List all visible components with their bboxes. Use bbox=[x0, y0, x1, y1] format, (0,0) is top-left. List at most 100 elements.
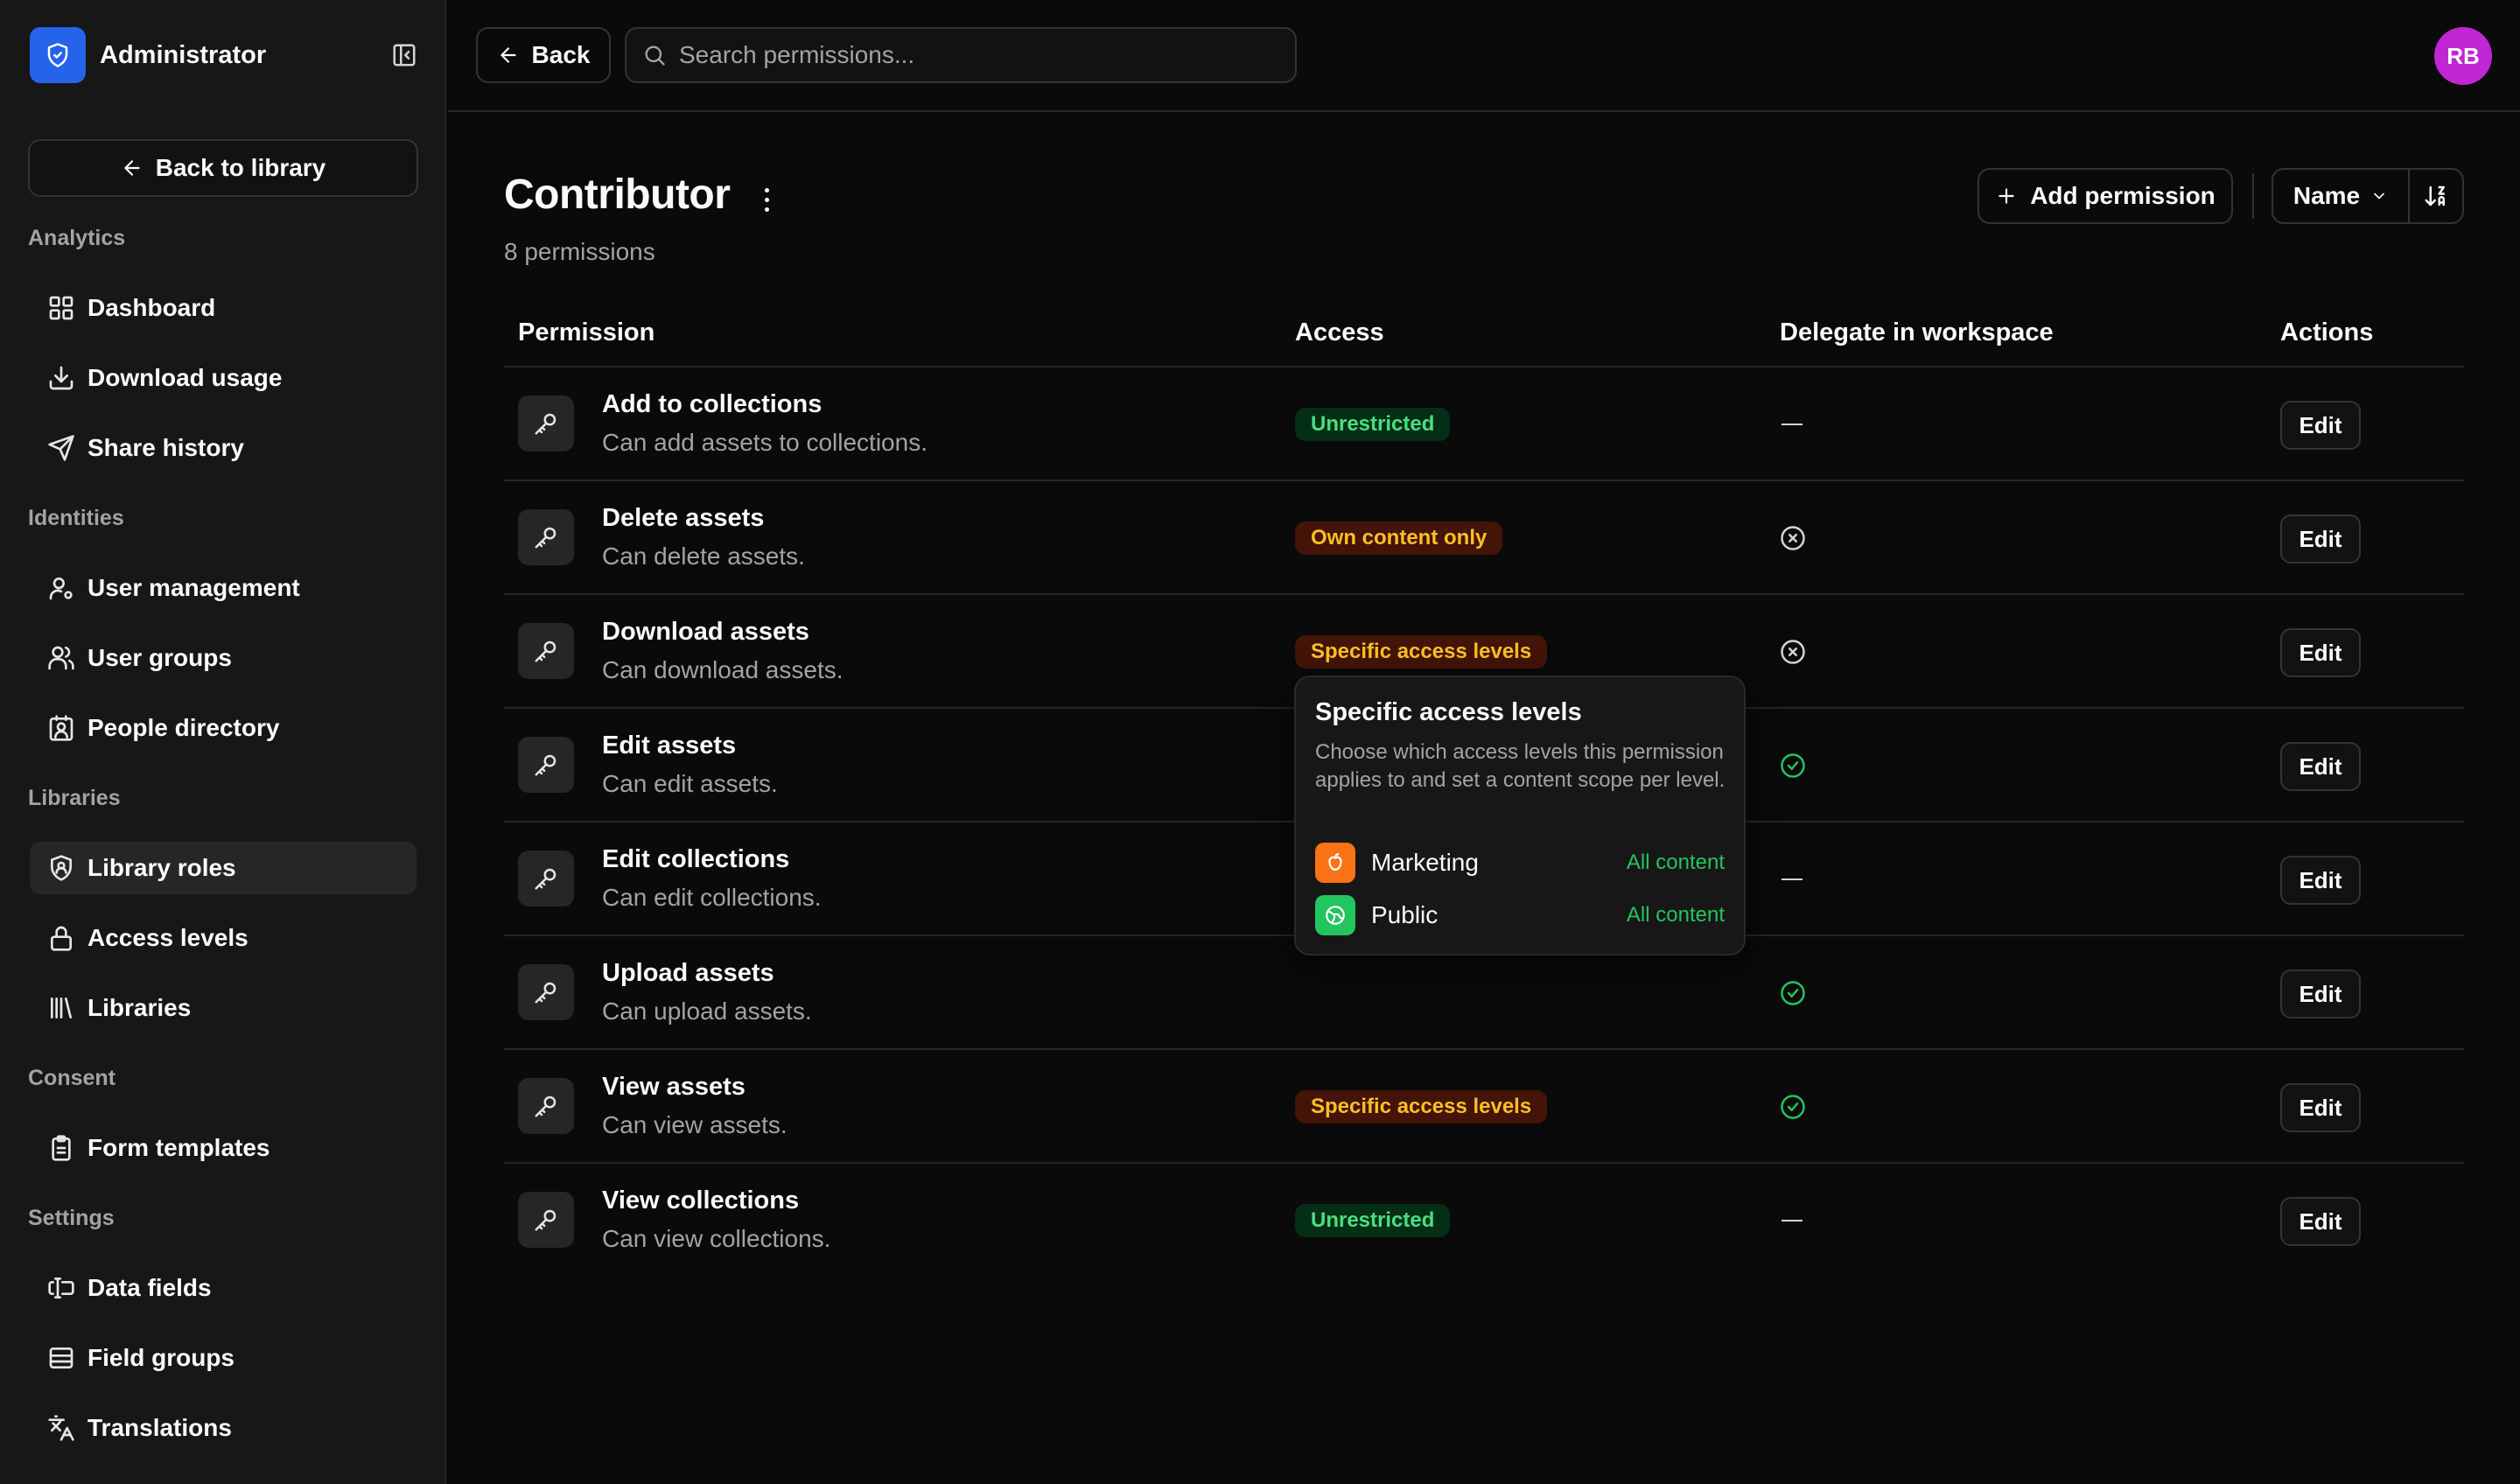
access-badge[interactable]: Unrestricted bbox=[1295, 1204, 1451, 1237]
user-cog-icon bbox=[47, 574, 75, 602]
permission-description: Can view assets. bbox=[602, 1111, 788, 1138]
sidebar-item-label: User groups bbox=[88, 644, 232, 671]
key-icon bbox=[518, 737, 574, 793]
permission-description: Can edit collections. bbox=[602, 884, 822, 911]
sidebar-toggle-icon[interactable] bbox=[387, 38, 422, 73]
sort-field-label: Name bbox=[2292, 182, 2361, 209]
key-icon bbox=[518, 1078, 574, 1134]
send-icon bbox=[47, 434, 75, 462]
permission-title: Edit assets bbox=[602, 732, 737, 760]
search-field[interactable] bbox=[625, 27, 1297, 83]
globe-icon bbox=[1315, 895, 1355, 935]
edit-button[interactable]: Edit bbox=[2280, 970, 2361, 1018]
shield-user-icon bbox=[47, 854, 75, 882]
table-row: View assets Can view assets. Specific ac… bbox=[504, 1048, 2464, 1162]
key-icon bbox=[518, 964, 574, 1020]
access-badge[interactable]: Specific access levels bbox=[1295, 635, 1548, 668]
dashboard-icon bbox=[47, 294, 75, 322]
library-icon bbox=[47, 994, 75, 1022]
edit-button[interactable]: Edit bbox=[2280, 742, 2361, 791]
access-badge[interactable]: Own content only bbox=[1295, 522, 1503, 555]
popover-description: Choose which access levels this permissi… bbox=[1315, 740, 1726, 792]
sidebar-item-people-directory[interactable]: People directory bbox=[30, 702, 416, 754]
access-level-item[interactable]: Marketing All content bbox=[1315, 842, 1725, 884]
edit-button[interactable]: Edit bbox=[2280, 628, 2361, 677]
permission-description: Can view collections. bbox=[602, 1225, 831, 1252]
sidebar-item-data-fields[interactable]: Data fields bbox=[30, 1262, 416, 1314]
permission-title: Upload assets bbox=[602, 959, 774, 987]
access-badge[interactable]: Unrestricted bbox=[1295, 408, 1451, 441]
arrow-left-icon bbox=[497, 44, 520, 66]
table-row: View collections Can view collections. U… bbox=[504, 1162, 2464, 1276]
delegate-none bbox=[1782, 1220, 1802, 1222]
key-icon bbox=[518, 396, 574, 452]
sort-field-select[interactable]: Name bbox=[2273, 170, 2410, 222]
permission-title: View assets bbox=[602, 1073, 746, 1101]
access-level-scope: All content bbox=[1626, 903, 1725, 927]
edit-button[interactable]: Edit bbox=[2280, 1197, 2361, 1246]
sidebar-item-user-groups[interactable]: User groups bbox=[30, 632, 416, 684]
page-title: Contributor bbox=[504, 172, 731, 218]
sort-direction-icon[interactable] bbox=[2410, 183, 2462, 209]
check-circle-icon bbox=[1780, 1094, 1806, 1120]
permission-description: Can delete assets. bbox=[602, 542, 805, 570]
permission-title: Add to collections bbox=[602, 390, 822, 418]
permission-description: Can upload assets. bbox=[602, 998, 812, 1025]
access-level-scope: All content bbox=[1626, 850, 1725, 874]
sort-control: Name bbox=[2272, 168, 2464, 224]
contact-icon bbox=[47, 714, 75, 742]
x-circle-icon bbox=[1780, 525, 1806, 551]
layers-icon bbox=[47, 1344, 75, 1372]
sidebar-item-form-templates[interactable]: Form templates bbox=[30, 1122, 416, 1174]
access-levels-popover: Specific access levels Choose which acce… bbox=[1294, 676, 1746, 956]
chevron-down-icon bbox=[2370, 187, 2388, 205]
edit-button[interactable]: Edit bbox=[2280, 856, 2361, 905]
sidebar-item-field-groups[interactable]: Field groups bbox=[30, 1332, 416, 1384]
avatar[interactable]: RB bbox=[2434, 27, 2492, 85]
column-header-access: Access bbox=[1295, 318, 1384, 346]
page-subtitle: 8 permissions bbox=[504, 238, 655, 265]
clipboard-icon bbox=[47, 1134, 75, 1162]
sidebar-item-library-roles[interactable]: Library roles bbox=[30, 842, 416, 894]
sidebar-item-translations[interactable]: Translations bbox=[30, 1402, 416, 1454]
sidebar-item-label: Libraries bbox=[88, 994, 192, 1021]
divider bbox=[2252, 173, 2254, 219]
search-input[interactable] bbox=[679, 41, 1274, 69]
shield-check-icon bbox=[30, 27, 86, 83]
x-circle-icon bbox=[1780, 639, 1806, 665]
add-permission-button[interactable]: Add permission bbox=[1978, 168, 2233, 224]
sidebar-item-access-levels[interactable]: Access levels bbox=[30, 912, 416, 964]
back-to-library-button[interactable]: Back to library bbox=[28, 139, 418, 197]
key-icon bbox=[518, 850, 574, 906]
sidebar-item-dashboard[interactable]: Dashboard bbox=[30, 282, 416, 334]
topbar: Back RB bbox=[448, 0, 2520, 112]
access-badge[interactable]: Specific access levels bbox=[1295, 1090, 1548, 1124]
table-row: Delete assets Can delete assets. Own con… bbox=[504, 480, 2464, 593]
sidebar-item-share-history[interactable]: Share history bbox=[30, 422, 416, 474]
permission-description: Can edit assets. bbox=[602, 770, 778, 797]
permission-description: Can download assets. bbox=[602, 656, 844, 683]
back-button[interactable]: Back bbox=[476, 27, 611, 83]
section-label-analytics: Analytics bbox=[28, 226, 126, 250]
more-options-icon[interactable] bbox=[754, 182, 779, 217]
apple-icon bbox=[1315, 843, 1355, 883]
edit-button[interactable]: Edit bbox=[2280, 1083, 2361, 1132]
access-level-item[interactable]: Public All content bbox=[1315, 894, 1725, 936]
delegate-none bbox=[1782, 878, 1802, 880]
users-icon bbox=[47, 644, 75, 672]
edit-button[interactable]: Edit bbox=[2280, 514, 2361, 564]
sidebar-item-user-management[interactable]: User management bbox=[30, 562, 416, 614]
sidebar-item-label: Form templates bbox=[88, 1134, 270, 1161]
section-label-identities: Identities bbox=[28, 506, 124, 530]
lock-icon bbox=[47, 924, 75, 952]
sidebar-item-libraries[interactable]: Libraries bbox=[30, 982, 416, 1034]
edit-button[interactable]: Edit bbox=[2280, 401, 2361, 450]
key-icon bbox=[518, 509, 574, 565]
permission-title: Download assets bbox=[602, 618, 809, 646]
section-label-consent: Consent bbox=[28, 1066, 116, 1090]
sidebar-item-download-usage[interactable]: Download usage bbox=[30, 352, 416, 404]
sidebar-item-label: Data fields bbox=[88, 1274, 212, 1301]
key-icon bbox=[518, 1192, 574, 1248]
sidebar-item-label: Download usage bbox=[88, 364, 283, 391]
text-cursor-input-icon bbox=[47, 1274, 75, 1302]
